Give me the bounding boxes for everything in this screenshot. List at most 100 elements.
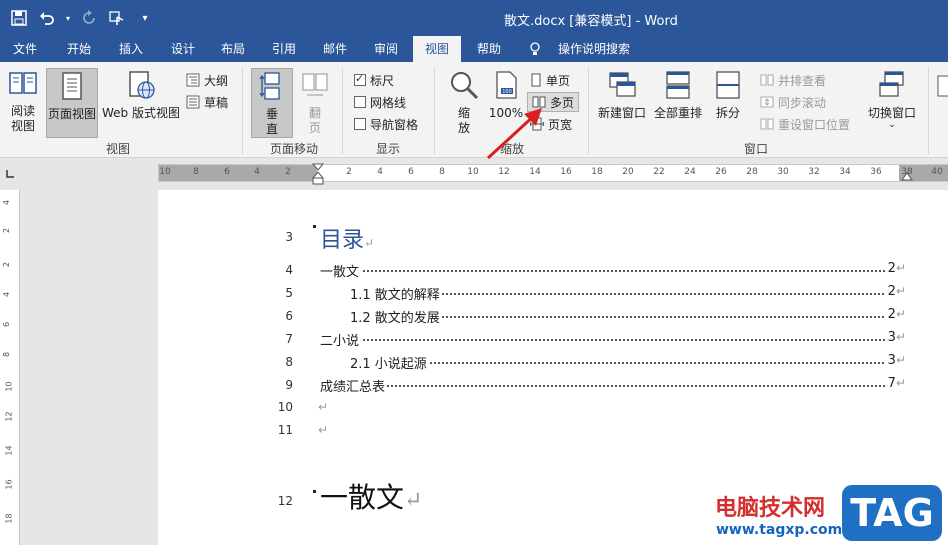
reset-window-position-button[interactable]: 重设窗口位置	[760, 114, 850, 134]
tab-review[interactable]: 审阅	[363, 36, 409, 62]
tab-selector[interactable]	[0, 162, 24, 184]
empty-paragraph-mark: ↵	[318, 423, 329, 437]
group-label-window: 窗口	[743, 142, 768, 156]
tab-references[interactable]: 引用	[261, 36, 307, 62]
web-layout-button[interactable]: Web 版式视图	[100, 68, 182, 138]
empty-paragraph-mark: ↵	[318, 400, 329, 414]
draft-icon	[186, 95, 200, 109]
group-label-show: 显示	[375, 142, 400, 156]
ruler-mark: 8	[193, 167, 199, 177]
toc-leader-dots	[320, 385, 892, 387]
tab-layout[interactable]: 布局	[210, 36, 256, 62]
watermark-site-name: 电脑技术网	[715, 496, 826, 521]
line-number: 10	[277, 400, 293, 414]
split-button[interactable]: 拆分	[708, 68, 748, 138]
ruler-mark: 18	[4, 513, 14, 524]
ruler-mark: 20	[622, 167, 634, 177]
ruler-mark: 26	[715, 167, 727, 177]
print-layout-button[interactable]: 页面视图	[46, 68, 98, 138]
ruler-label: 标尺	[370, 73, 395, 88]
lightbulb-icon	[524, 36, 546, 62]
toc-entry[interactable]: 二小说 3↵	[320, 330, 914, 348]
toc-entry-page: 2↵	[885, 307, 906, 322]
ruler-mark: 8	[439, 167, 445, 177]
save-icon[interactable]	[8, 8, 30, 28]
touch-mode-icon[interactable]	[106, 8, 128, 28]
ruler-mark: 4	[2, 199, 12, 206]
arrange-all-button[interactable]: 全部重排	[651, 68, 705, 138]
group-separator	[242, 68, 243, 154]
heading-1-text: 一散文	[320, 481, 405, 514]
sync-scroll-icon	[760, 96, 774, 108]
ribbon-tabs: 文件 开始 插入 设计 布局 引用 邮件 审阅 视图 帮助 操作说明搜索	[0, 36, 948, 62]
group-separator	[434, 68, 435, 154]
tell-me-search[interactable]: 操作说明搜索	[552, 36, 636, 62]
ruler-mark: 14	[4, 445, 14, 456]
indent-marker-icon[interactable]	[312, 163, 324, 185]
ruler-mark: 10	[159, 167, 171, 177]
ruler-mark: 4	[2, 291, 12, 298]
ruler-mark: 6	[408, 167, 414, 177]
tab-help[interactable]: 帮助	[466, 36, 512, 62]
line-number: 9	[285, 378, 293, 392]
side-to-side-button[interactable]: 翻页	[296, 68, 334, 138]
side-by-side-icon	[760, 74, 774, 86]
window-title: 散文.docx [兼容模式] - Word	[504, 14, 678, 29]
web-layout-label: Web 版式视图	[102, 106, 180, 120]
toc-entry[interactable]: 1.1 散文的解释 2↵	[350, 284, 914, 302]
one-page-icon	[531, 73, 541, 87]
gridlines-checkbox[interactable]: 网格线	[354, 92, 406, 112]
one-page-button[interactable]: 单页	[530, 70, 570, 90]
vertical-button[interactable]: 垂直	[251, 68, 293, 138]
tab-mailings[interactable]: 邮件	[312, 36, 358, 62]
new-window-button[interactable]: 新建窗口	[595, 68, 649, 138]
group-separator	[342, 68, 343, 154]
toc-entry[interactable]: 2.1 小说起源 3↵	[350, 353, 914, 371]
line-number: 5	[285, 286, 293, 300]
right-indent-marker-icon[interactable]	[901, 171, 913, 181]
toc-entry[interactable]: 一散文 2↵	[320, 261, 914, 279]
toc-title[interactable]: 目录↵	[320, 222, 374, 254]
tab-view[interactable]: 视图	[413, 36, 461, 62]
toc-entry[interactable]: 1.2 散文的发展 2↵	[350, 307, 914, 325]
ruler-mark: 10	[4, 381, 14, 392]
reset-position-icon	[760, 118, 774, 130]
navigation-pane-checkbox[interactable]: 导航窗格	[354, 114, 418, 134]
draft-button[interactable]: 草稿	[186, 92, 228, 112]
tab-home[interactable]: 开始	[56, 36, 102, 62]
red-arrow-annotation	[486, 108, 542, 160]
ruler-mark: 2	[2, 261, 12, 268]
undo-icon[interactable]	[36, 8, 58, 28]
ruler-mark: 40	[931, 167, 943, 177]
customize-qat-icon[interactable]: ▾	[134, 8, 156, 28]
ruler-mark: 30	[777, 167, 789, 177]
one-page-label: 单页	[546, 73, 571, 88]
tab-insert[interactable]: 插入	[108, 36, 154, 62]
heading-1[interactable]: 一散文↵	[320, 476, 422, 516]
ruler-mark: 8	[2, 351, 12, 358]
paragraph-mark-bullet	[313, 225, 316, 228]
tab-file[interactable]: 文件	[4, 36, 46, 62]
synchronous-scrolling-button[interactable]: 同步滚动	[760, 92, 826, 112]
macros-icon[interactable]	[936, 74, 948, 98]
navigation-pane-label: 导航窗格	[370, 117, 419, 132]
document-page[interactable]: 3 4 5 6 7 8 9 10 11 12 目录↵ 一散文 2↵ 1.1 散文…	[158, 190, 948, 545]
undo-dropdown-icon[interactable]: ▾	[64, 8, 72, 28]
horizontal-ruler[interactable]: 10 8 6 4 2 2 4 6 8 10 12 14 16 18 20 22 …	[158, 163, 948, 185]
switch-windows-button[interactable]: 切换窗口 ⌄	[864, 68, 920, 138]
group-label-views: 视图	[105, 142, 130, 156]
ruler-mark: 6	[224, 167, 230, 177]
zoom-button[interactable]: 缩放	[444, 68, 484, 138]
toc-entry[interactable]: 成绩汇总表 7↵	[320, 376, 914, 394]
view-side-by-side-label: 并排查看	[778, 73, 827, 88]
ruler-checkbox[interactable]: 标尺	[354, 70, 394, 90]
read-mode-button[interactable]: 阅读视图	[4, 68, 42, 138]
vertical-label: 垂直	[265, 107, 278, 136]
tab-design[interactable]: 设计	[160, 36, 206, 62]
view-side-by-side-button[interactable]: 并排查看	[760, 70, 826, 90]
outline-button[interactable]: 大纲	[186, 70, 228, 90]
vertical-ruler[interactable]: 4 2 2 4 6 8 10 12 14 16 18	[0, 190, 20, 545]
multiple-pages-label: 多页	[550, 95, 575, 110]
redo-icon[interactable]	[78, 8, 100, 28]
outline-label: 大纲	[204, 73, 229, 88]
